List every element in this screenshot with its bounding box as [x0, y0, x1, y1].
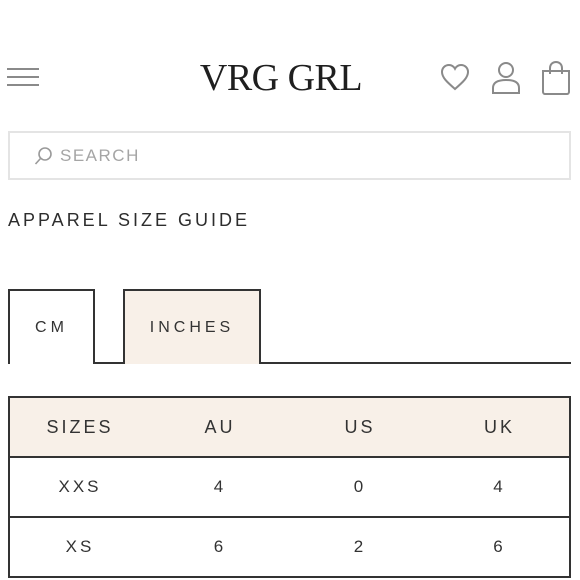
table-cell: 2 — [353, 537, 367, 556]
size-table: SIZES AU US UK XXS 4 0 4 XS 6 2 6 — [8, 396, 571, 578]
heart-icon[interactable] — [439, 60, 471, 96]
search-input[interactable]: SEARCH — [8, 131, 571, 180]
table-cell: 6 — [213, 537, 227, 556]
site-header: VRG GRL — [0, 0, 580, 125]
column-header: SIZES — [46, 416, 114, 437]
table-cell: 4 — [493, 477, 506, 496]
column-header: AU — [204, 416, 236, 437]
user-icon[interactable] — [490, 60, 522, 96]
table-row: XS 6 2 6 — [10, 518, 569, 578]
table-cell: 0 — [353, 477, 367, 496]
tab-inches[interactable]: INCHES — [123, 289, 261, 364]
search-icon — [34, 146, 54, 166]
column-header: UK — [483, 416, 515, 437]
table-cell: 4 — [213, 477, 227, 496]
site-logo[interactable]: VRG GRL — [0, 56, 562, 100]
column-header: US — [344, 416, 376, 437]
table-cell: XXS — [58, 477, 102, 496]
table-header-row: SIZES AU US UK — [10, 398, 569, 458]
table-cell: 6 — [493, 537, 506, 556]
table-cell: XS — [65, 537, 95, 556]
table-row: XXS 4 0 4 — [10, 458, 569, 518]
shopping-bag-icon[interactable] — [540, 60, 572, 96]
page-title: APPAREL SIZE GUIDE — [8, 210, 251, 230]
search-placeholder: SEARCH — [60, 146, 140, 165]
tab-cm[interactable]: CM — [8, 289, 95, 364]
